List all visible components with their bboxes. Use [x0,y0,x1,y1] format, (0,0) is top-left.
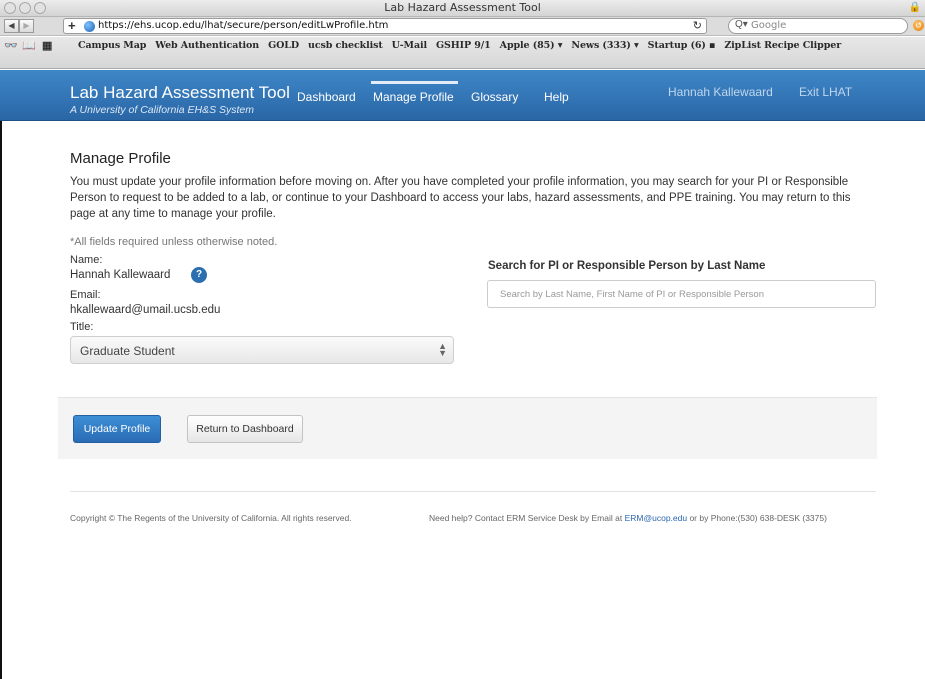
bookmark-list: Campus Map Web Authentication GOLD ucsb … [78,40,850,51]
footer-divider [70,491,876,492]
window-title: Lab Hazard Assessment Tool [384,1,541,14]
bookmark-item[interactable]: Apple (85) ▾ [500,40,563,51]
open-book-icon[interactable]: 📖 [22,39,36,52]
browser-toolbar: ◀ ▶ + https://ehs.ucop.edu/lhat/secure/p… [0,17,925,36]
exit-lhat-link[interactable]: Exit LHAT [799,85,852,99]
globe-icon [84,21,95,32]
browser-search-placeholder: Google [751,20,787,31]
nav-help[interactable]: Help [544,90,569,104]
bookmark-item[interactable]: Startup (6) ▪ [648,40,716,51]
help-suffix: or by Phone:(530) 638-DESK (3375) [687,513,827,523]
required-fields-note: *All fields required unless otherwise no… [70,236,278,248]
user-name-link[interactable]: Hannah Kallewaard [668,85,773,99]
bookmark-item[interactable]: News (333) ▾ [571,40,638,51]
pi-search-input[interactable] [487,280,876,308]
footer-help-text: Need help? Contact ERM Service Desk by E… [429,513,827,523]
bookmark-item[interactable]: ucsb checklist [308,40,383,51]
app-subtitle: A University of California EH&S System [70,104,255,116]
forward-button[interactable]: ▶ [19,19,34,33]
bookmarks-bar: 👓 📖 ▦ Campus Map Web Authentication GOLD… [0,37,925,69]
name-value: Hannah Kallewaard [70,269,171,281]
title-label: Title: [70,321,94,333]
page-title: Manage Profile [70,150,171,167]
snapback-icon[interactable]: ↺ [913,20,924,31]
back-button[interactable]: ◀ [4,19,19,33]
window-titlebar: Lab Hazard Assessment Tool 🔒 [0,0,925,17]
add-bookmark-icon[interactable]: + [68,18,76,33]
app-title[interactable]: Lab Hazard Assessment Tool [70,83,290,103]
help-question-icon[interactable]: ? [191,267,207,283]
nav-manage-profile[interactable]: Manage Profile [371,81,458,104]
bookmark-item[interactable]: Campus Map [78,40,146,51]
bookmark-item[interactable]: U-Mail [392,40,427,51]
bookmark-item[interactable]: GOLD [268,40,299,51]
address-bar[interactable]: + https://ehs.ucop.edu/lhat/secure/perso… [63,18,707,34]
pi-search-heading: Search for PI or Responsible Person by L… [488,260,766,272]
name-label: Name: [70,254,103,266]
copyright-text: Copyright © The Regents of the Universit… [70,513,352,523]
lock-icon: 🔒 [908,2,921,13]
bookmark-item[interactable]: Web Authentication [155,40,259,51]
reload-icon[interactable]: ↻ [693,19,702,32]
intro-text: You must update your profile information… [70,176,851,220]
select-arrows-icon: ▲ ▼ [438,341,447,358]
erm-email-link[interactable]: ERM@ucop.edu [625,513,688,523]
grid-icon[interactable]: ▦ [42,39,52,52]
reading-glasses-icon[interactable]: 👓 [4,39,18,52]
browser-search-input[interactable]: Q▾ Google [728,18,908,34]
nav-glossary[interactable]: Glossary [471,90,518,104]
window-edge [0,70,2,679]
search-icon: Q▾ [735,19,748,30]
help-prefix: Need help? Contact ERM Service Desk by E… [429,513,625,523]
nav-dashboard[interactable]: Dashboard [297,90,356,104]
return-to-dashboard-button[interactable]: Return to Dashboard [187,415,303,443]
app-header: Lab Hazard Assessment Tool A University … [0,70,925,121]
title-select-value: Graduate Student [80,344,175,358]
form-actions: Update Profile Return to Dashboard [58,397,877,459]
email-label: Email: [70,289,101,301]
title-select[interactable]: Graduate Student ▲ ▼ [70,336,454,364]
bookmark-item[interactable]: GSHIP 9/1 [436,40,491,51]
update-profile-button[interactable]: Update Profile [73,415,161,443]
email-value: hkallewaard@umail.ucsb.edu [70,304,221,316]
url-text[interactable]: https://ehs.ucop.edu/lhat/secure/person/… [98,20,388,31]
bookmark-item[interactable]: ZipList Recipe Clipper [724,40,841,51]
